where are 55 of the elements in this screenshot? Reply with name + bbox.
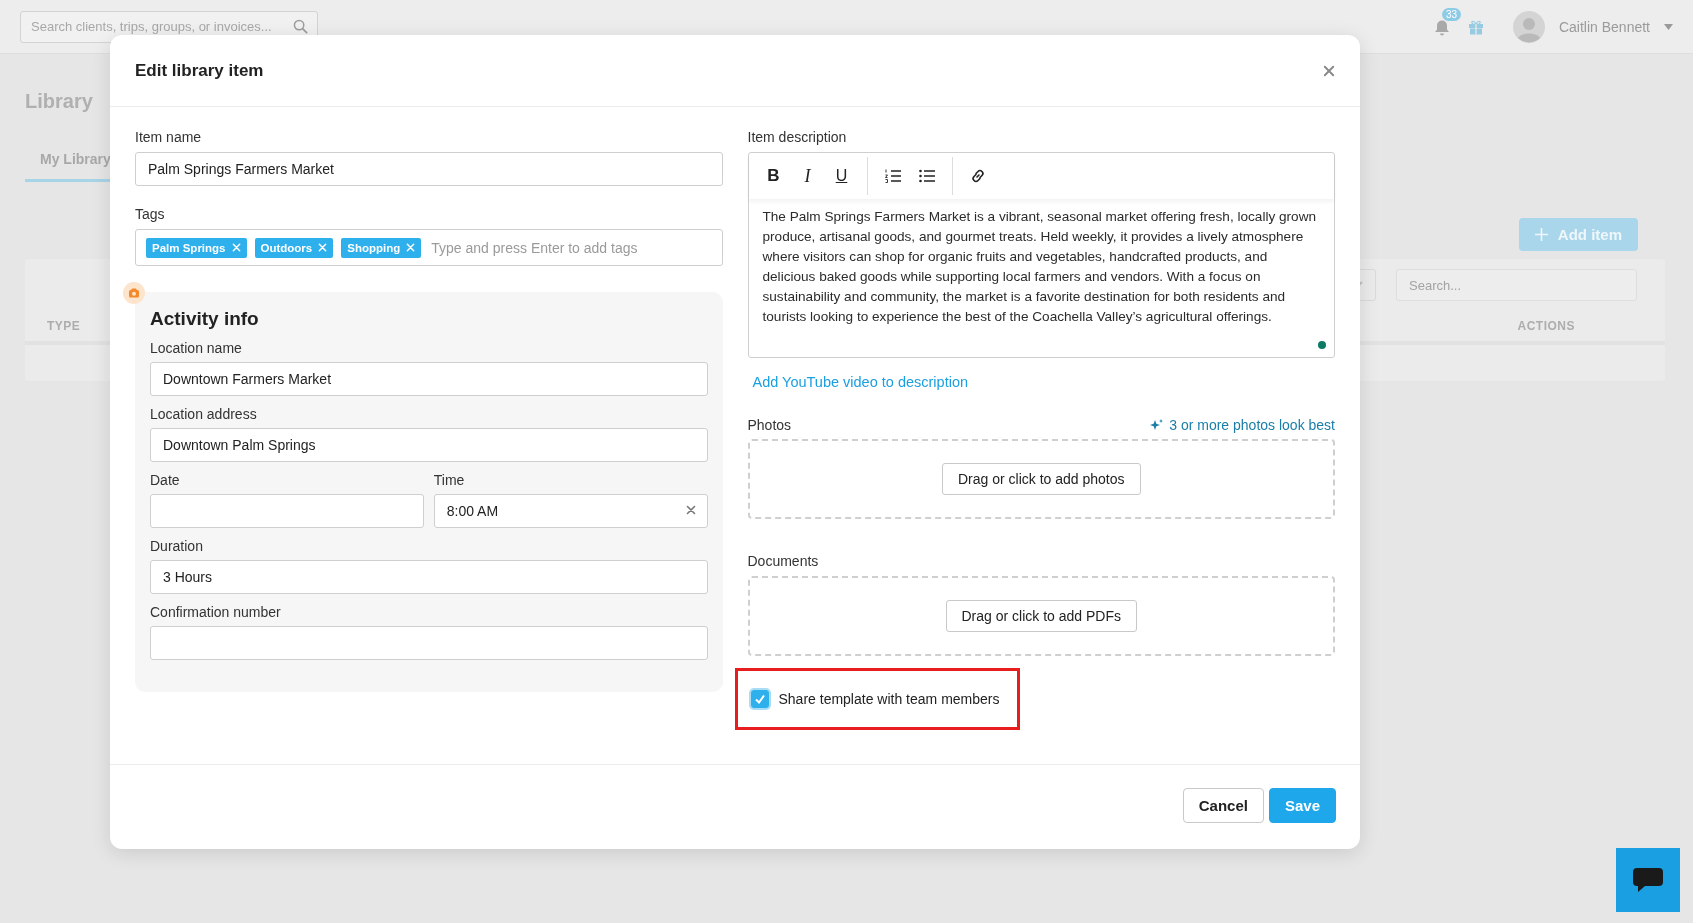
chat-button[interactable]: [1616, 848, 1680, 912]
field-label: Documents: [747, 553, 820, 569]
input-field[interactable]: Downtown Palm Springs: [150, 428, 708, 462]
checkbox-label[interactable]: Share template with team members: [778, 691, 1000, 707]
tag-label: Shopping: [347, 241, 401, 254]
camera-icon: [123, 282, 145, 304]
close-icon[interactable]: [1323, 64, 1335, 77]
bell-icon[interactable]: [1432, 18, 1451, 37]
caret-icon[interactable]: [1664, 23, 1673, 30]
italic-button[interactable]: I: [790, 159, 825, 193]
input-field[interactable]: [150, 494, 424, 528]
remove-icon[interactable]: [231, 243, 241, 252]
cancel-button[interactable]: Cancel: [1182, 788, 1264, 823]
add-photos-button[interactable]: Drag or click to add photos: [942, 463, 1141, 495]
status-dot-icon: [1318, 341, 1326, 349]
field-label: Confirmation number: [150, 604, 282, 620]
description-text: The Palm Springs Farmers Market is a vibrant, seasonal market offering fresh, locally grown produce, artisanal goods, and gourmet treats. Held weekly, it provides a lively atmosphere where visitors can shop for organic fruits and vegetables, handcrafted products, and delicious baked goods while supporting local farmers and vendors. With a focus on sustainability and community, the market is a favorite destination for both residents and tourists looking to experience the best of the Coachella Valley’s agricultural offerings.: [761, 208, 1318, 326]
field-label: Photos: [747, 417, 792, 433]
input-field[interactable]: Downtown Farmers Market: [150, 362, 708, 396]
input-field[interactable]: 8:00 AM: [433, 494, 708, 528]
table-search-field[interactable]: Search...: [1396, 269, 1637, 301]
add-pdfs-button[interactable]: Drag or click to add PDFs: [945, 600, 1137, 632]
check-icon: [753, 693, 766, 705]
column-header: TYPE: [47, 319, 81, 333]
underline-button[interactable]: U: [824, 159, 859, 193]
chat-bubble-icon: [1631, 866, 1665, 894]
field-label: Item description: [747, 129, 848, 145]
clear-icon[interactable]: [685, 505, 696, 515]
avatar[interactable]: [1512, 10, 1545, 43]
share-checkbox[interactable]: [750, 690, 769, 708]
photos-hint: 3 or more photos look best: [1169, 417, 1335, 433]
notification-count: 33: [1441, 7, 1462, 21]
field-label: Location address: [150, 406, 258, 422]
field-label: Time: [433, 472, 466, 488]
search-icon[interactable]: [293, 18, 308, 34]
plus-icon: [1534, 228, 1548, 241]
field-label: Location name: [150, 340, 243, 356]
tag-label: Palm Springs: [152, 241, 226, 254]
input-field[interactable]: [150, 626, 708, 660]
field-label: Item name: [135, 129, 203, 145]
document-dropzone[interactable]: Drag or click to add PDFs: [747, 576, 1335, 656]
section-title: Activity info: [150, 308, 260, 330]
description-editor[interactable]: [747, 152, 1335, 358]
field-label: Duration: [150, 538, 204, 554]
tag-label: Outdoors: [260, 241, 313, 254]
bold-button[interactable]: B: [756, 159, 791, 193]
dialog-title: Edit library item: [135, 60, 264, 81]
input-field[interactable]: Palm Springs Farmers Market: [135, 152, 723, 186]
column-header: ACTIONS: [1517, 319, 1575, 333]
remove-icon[interactable]: [318, 243, 328, 252]
field-label: Tags: [135, 206, 166, 222]
input-field[interactable]: 3 Hours: [150, 560, 708, 594]
field-label: Date: [150, 472, 181, 488]
photo-dropzone[interactable]: Drag or click to add photos: [747, 439, 1335, 519]
remove-icon[interactable]: [406, 243, 416, 252]
